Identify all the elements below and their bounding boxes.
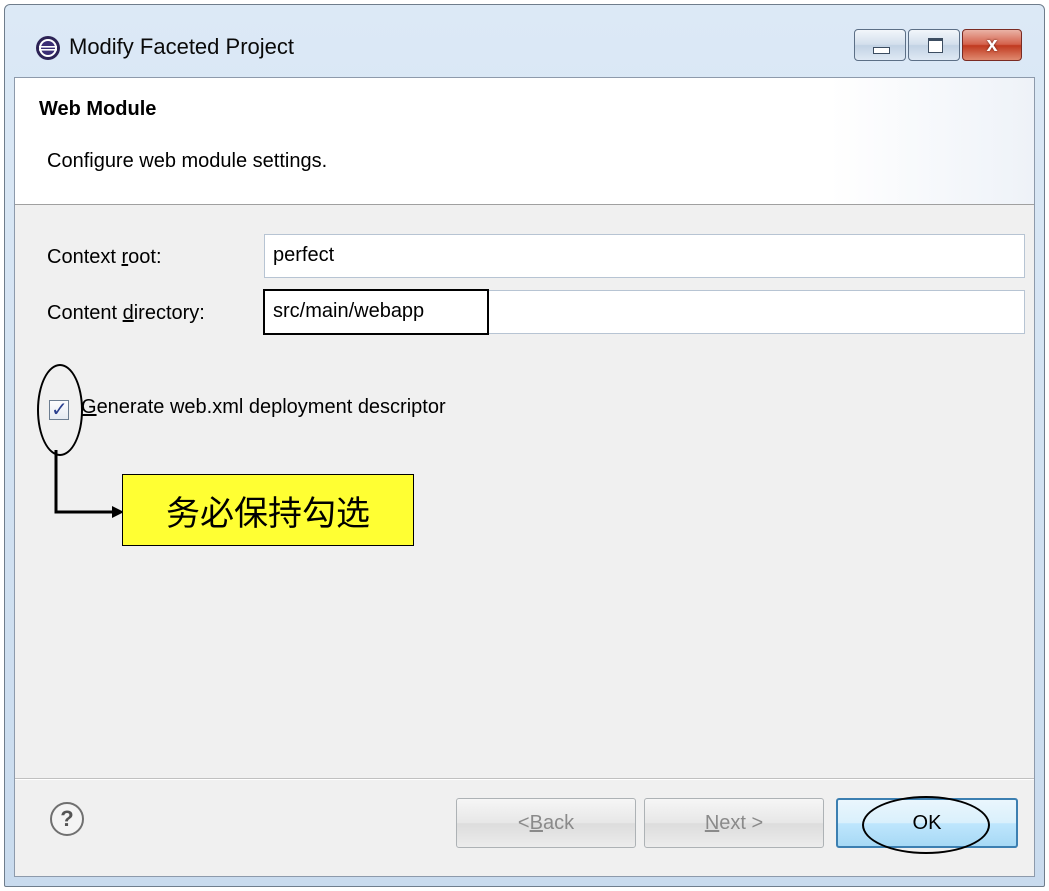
next-label-rest: ext >: [719, 811, 764, 834]
help-icon[interactable]: ?: [50, 802, 84, 836]
back-label-rest: ack: [542, 811, 575, 834]
annotation-arrow: [54, 450, 124, 518]
annotation-callout: 务必保持勾选: [122, 474, 414, 546]
ok-annotation-ellipse: [862, 796, 990, 854]
back-mnemonic: B: [529, 811, 543, 834]
next-button[interactable]: Next >: [644, 798, 824, 848]
back-label-prefix: <: [517, 811, 530, 834]
next-mnemonic: N: [704, 811, 720, 834]
back-button[interactable]: < Back: [456, 798, 636, 848]
